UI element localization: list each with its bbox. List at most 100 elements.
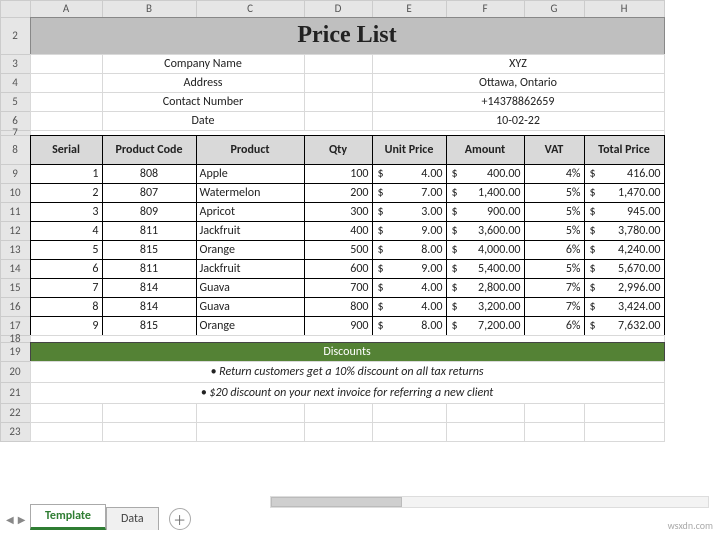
column-header[interactable]: E (372, 0, 447, 18)
row-header[interactable]: 9 (0, 164, 31, 184)
cell-amount[interactable]: $4,000.00 (446, 240, 525, 260)
cell-product[interactable]: Guava (196, 297, 305, 317)
cell-total[interactable]: $1,470.00 (584, 183, 665, 203)
blank-cell[interactable] (304, 422, 373, 442)
cell-amount[interactable]: $900.00 (446, 202, 525, 222)
cell-amount[interactable]: $2,800.00 (446, 278, 525, 298)
blank-cell[interactable] (196, 422, 305, 442)
cell-vat[interactable]: 5% (524, 221, 585, 241)
blank-cell[interactable] (304, 54, 373, 74)
cell-serial[interactable]: 4 (30, 221, 103, 241)
cell-serial[interactable]: 6 (30, 259, 103, 279)
blank-cell[interactable] (102, 403, 197, 423)
cell-total[interactable]: $7,632.00 (584, 316, 665, 336)
nav-next-icon[interactable]: ▶ (18, 513, 26, 526)
cell-unit-price[interactable]: $8.00 (372, 240, 447, 260)
cell-product[interactable]: Orange (196, 316, 305, 336)
blank-cell[interactable] (30, 73, 103, 93)
tab-template[interactable]: Template (30, 504, 106, 530)
row-header[interactable]: 13 (0, 240, 31, 260)
cell-qty[interactable]: 500 (304, 240, 373, 260)
row-header[interactable]: 5 (0, 92, 31, 112)
blank-cell[interactable] (30, 54, 103, 74)
cell-total[interactable]: $3,780.00 (584, 221, 665, 241)
cell-amount[interactable]: $7,200.00 (446, 316, 525, 336)
row-header[interactable]: 12 (0, 221, 31, 241)
row-header[interactable]: 22 (0, 403, 31, 423)
cell-product[interactable]: Jackfruit (196, 221, 305, 241)
blank-cell[interactable] (304, 92, 373, 112)
row-header[interactable]: 4 (0, 73, 31, 93)
cell-qty[interactable]: 700 (304, 278, 373, 298)
row-header[interactable]: 19 (0, 342, 31, 362)
blank-cell[interactable] (584, 403, 665, 423)
tab-data[interactable]: Data (106, 507, 159, 530)
column-header[interactable]: G (524, 0, 585, 18)
blank-cell[interactable] (102, 422, 197, 442)
cell-qty[interactable]: 100 (304, 164, 373, 184)
cell-qty[interactable]: 800 (304, 297, 373, 317)
cell-unit-price[interactable]: $4.00 (372, 278, 447, 298)
cell-vat[interactable]: 5% (524, 259, 585, 279)
nav-prev-icon[interactable]: ◀ (6, 513, 14, 526)
cell-qty[interactable]: 200 (304, 183, 373, 203)
cell-code[interactable]: 807 (102, 183, 197, 203)
cell-qty[interactable]: 600 (304, 259, 373, 279)
cell-product[interactable]: Guava (196, 278, 305, 298)
cell-product[interactable]: Jackfruit (196, 259, 305, 279)
blank-cell[interactable] (30, 403, 103, 423)
cell-amount[interactable]: $3,200.00 (446, 297, 525, 317)
cell-serial[interactable]: 2 (30, 183, 103, 203)
cell-vat[interactable]: 7% (524, 278, 585, 298)
blank-cell[interactable] (524, 422, 585, 442)
add-sheet-button[interactable]: ＋ (169, 508, 191, 530)
cell-serial[interactable]: 1 (30, 164, 103, 184)
sheet-nav[interactable]: ◀ ▶ (6, 513, 25, 526)
cell-code[interactable]: 811 (102, 221, 197, 241)
cell-qty[interactable]: 400 (304, 221, 373, 241)
blank-cell[interactable] (304, 111, 373, 131)
cell-serial[interactable]: 7 (30, 278, 103, 298)
cell-total[interactable]: $2,996.00 (584, 278, 665, 298)
column-header[interactable]: F (446, 0, 525, 18)
cell-total[interactable]: $3,424.00 (584, 297, 665, 317)
blank-cell[interactable] (30, 422, 103, 442)
blank-cell[interactable] (446, 422, 525, 442)
cell-unit-price[interactable]: $8.00 (372, 316, 447, 336)
cell-unit-price[interactable]: $4.00 (372, 297, 447, 317)
row-header[interactable]: 8 (0, 135, 31, 165)
row-header[interactable]: 20 (0, 361, 31, 383)
cell-qty[interactable]: 300 (304, 202, 373, 222)
select-all-corner[interactable] (0, 0, 31, 18)
row-header[interactable]: 21 (0, 382, 31, 404)
blank-cell[interactable] (524, 403, 585, 423)
cell-amount[interactable]: $1,400.00 (446, 183, 525, 203)
cell-unit-price[interactable]: $9.00 (372, 259, 447, 279)
column-header[interactable]: D (304, 0, 373, 18)
row-header[interactable]: 14 (0, 259, 31, 279)
column-header[interactable]: C (196, 0, 305, 18)
cell-code[interactable]: 814 (102, 278, 197, 298)
horizontal-scrollbar[interactable] (270, 496, 709, 508)
cell-code[interactable]: 815 (102, 240, 197, 260)
blank-cell[interactable] (30, 92, 103, 112)
cell-code[interactable]: 808 (102, 164, 197, 184)
blank-cell[interactable] (584, 422, 665, 442)
row-header[interactable]: 2 (0, 17, 31, 55)
scrollbar-thumb[interactable] (271, 497, 402, 507)
cell-total[interactable]: $945.00 (584, 202, 665, 222)
blank-cell[interactable] (304, 403, 373, 423)
column-header[interactable]: B (102, 0, 197, 18)
column-header[interactable]: A (30, 0, 103, 18)
cell-unit-price[interactable]: $7.00 (372, 183, 447, 203)
cell-code[interactable]: 811 (102, 259, 197, 279)
blank-cell[interactable] (304, 73, 373, 93)
cell-product[interactable]: Orange (196, 240, 305, 260)
cell-unit-price[interactable]: $4.00 (372, 164, 447, 184)
row-header[interactable]: 11 (0, 202, 31, 222)
blank-cell[interactable] (196, 403, 305, 423)
row-header[interactable]: 3 (0, 54, 31, 74)
row-header[interactable]: 23 (0, 422, 31, 442)
blank-cell[interactable] (30, 111, 103, 131)
cell-vat[interactable]: 5% (524, 183, 585, 203)
